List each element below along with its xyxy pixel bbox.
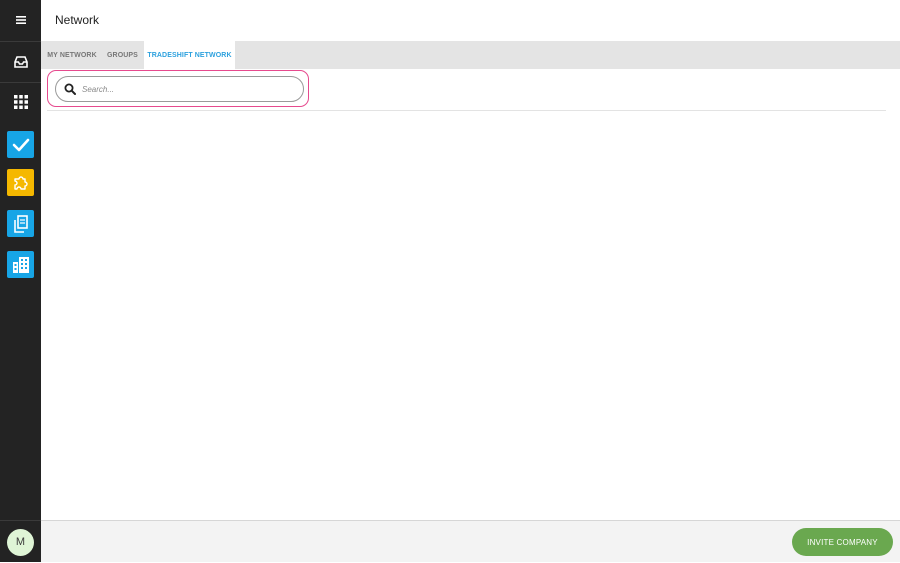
menu-button[interactable] <box>0 0 41 40</box>
apps-button[interactable] <box>0 82 41 122</box>
content-divider <box>47 110 886 111</box>
tab-tradeshift-network[interactable]: TRADESHIFT NETWORK <box>144 41 235 69</box>
inbox-button[interactable] <box>0 41 41 83</box>
inbox-icon <box>13 56 28 68</box>
tab-groups[interactable]: GROUPS <box>104 41 141 69</box>
page-title: Network <box>55 13 100 27</box>
apps-grid-icon <box>13 95 28 109</box>
building-icon <box>12 256 29 273</box>
documents-icon <box>13 214 28 233</box>
app-sidebar: M <box>0 0 41 562</box>
documents-app-tile[interactable] <box>7 210 34 237</box>
tab-my-network[interactable]: MY NETWORK <box>41 41 103 69</box>
avatar[interactable]: M <box>7 528 34 556</box>
search-input[interactable] <box>82 80 282 98</box>
puzzle-app-tile[interactable] <box>7 169 34 196</box>
action-footer: INVITE COMPANY <box>41 520 900 562</box>
tasks-app-tile[interactable] <box>7 131 34 158</box>
page-header: Network <box>41 0 900 41</box>
tasks-check-icon <box>12 138 29 151</box>
search-icon <box>64 83 76 95</box>
user-menu[interactable]: M <box>0 520 41 563</box>
menu-icon <box>15 16 26 24</box>
company-app-tile[interactable] <box>7 251 34 278</box>
invite-company-button[interactable]: INVITE COMPANY <box>792 528 893 556</box>
search-box[interactable] <box>55 76 304 102</box>
tab-bar: MY NETWORK GROUPS TRADESHIFT NETWORK <box>41 41 900 69</box>
puzzle-icon <box>13 175 28 190</box>
